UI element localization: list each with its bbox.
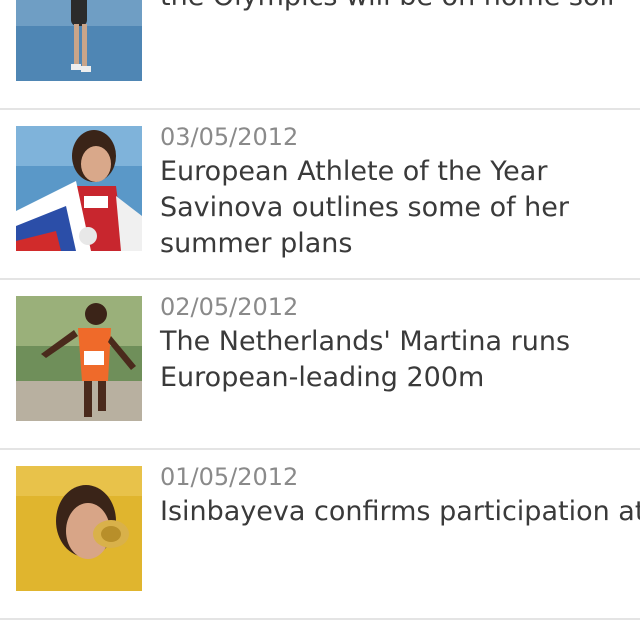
article-headline[interactable]: the Olympics will be on home soil <box>160 0 630 15</box>
headline-line: The Netherlands' Martina runs <box>160 326 571 357</box>
headline-line: Isinbayeva confirms participation at <box>160 496 640 527</box>
runner-track-photo <box>16 0 142 81</box>
article-thumbnail[interactable] <box>16 466 142 591</box>
article-date: 01/05/2012 <box>160 463 299 491</box>
headline-line: European Athlete of the Year <box>160 156 548 187</box>
news-item[interactable]: 02/05/2012 The Netherlands' Martina runs… <box>0 280 640 450</box>
news-item[interactable]: 03/05/2012 European Athlete of the Year … <box>0 110 640 280</box>
headline-line: Savinova outlines some of her <box>160 192 570 223</box>
polevaulter-medal-photo <box>16 466 142 591</box>
athlete-flag-photo <box>16 126 142 251</box>
article-date: 03/05/2012 <box>160 123 299 151</box>
news-item[interactable]: 01/05/2012 Isinbayeva confirms participa… <box>0 450 640 620</box>
article-thumbnail[interactable] <box>16 0 142 81</box>
article-headline[interactable]: European Athlete of the Year Savinova ou… <box>160 154 630 262</box>
article-date: 02/05/2012 <box>160 293 299 321</box>
article-headline[interactable]: Isinbayeva confirms participation at <box>160 494 640 530</box>
news-feed: the Olympics will be on home soil 03/05/… <box>0 0 640 620</box>
news-item[interactable]: the Olympics will be on home soil <box>0 0 640 110</box>
headline-line: summer plans <box>160 228 353 259</box>
article-thumbnail[interactable] <box>16 126 142 251</box>
article-headline[interactable]: The Netherlands' Martina runs European-l… <box>160 324 630 396</box>
headline-line: European-leading 200m <box>160 362 485 393</box>
sprinter-photo <box>16 296 142 421</box>
headline-line: the Olympics will be on home soil <box>160 0 630 15</box>
article-thumbnail[interactable] <box>16 296 142 421</box>
